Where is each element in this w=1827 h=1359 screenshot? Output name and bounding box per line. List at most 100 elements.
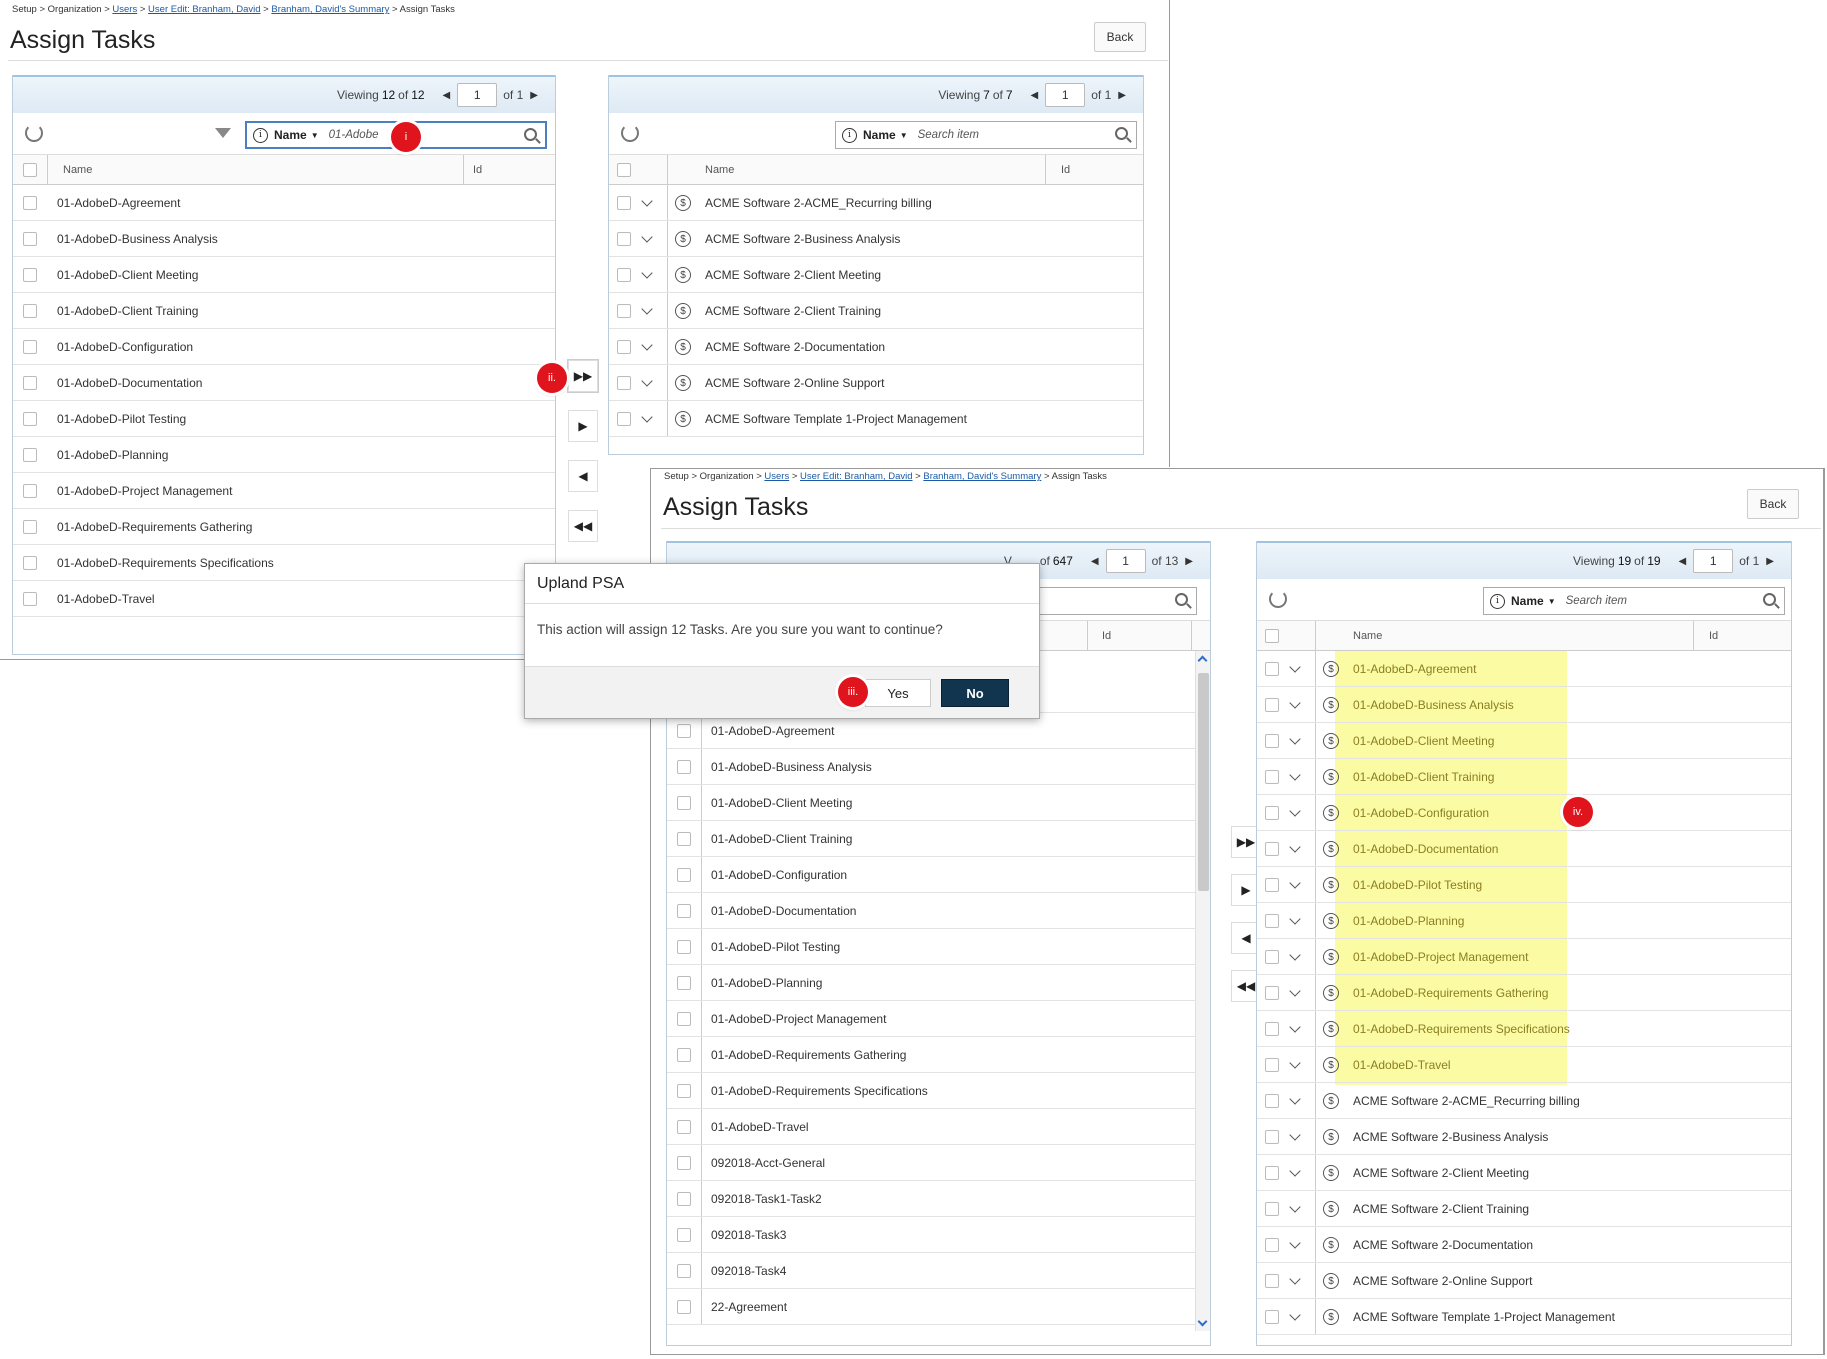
chevron-down-icon[interactable]: [1289, 1021, 1301, 1033]
table-row[interactable]: $01-AdobeD-Travel: [1257, 1047, 1791, 1083]
table-row[interactable]: $ ACME Software 2-Documentation: [1257, 1227, 1791, 1263]
row-checkbox[interactable]: [1265, 1309, 1279, 1324]
column-id[interactable]: Id: [473, 164, 482, 176]
chevron-down-icon[interactable]: [1289, 769, 1301, 781]
row-checkbox[interactable]: [1265, 1201, 1279, 1216]
row-checkbox[interactable]: [23, 411, 37, 426]
table-row[interactable]: $ ACME Software 2-Documentation: [609, 329, 1143, 365]
chevron-down-icon[interactable]: [1289, 1309, 1301, 1321]
chevron-down-icon[interactable]: ▼: [900, 131, 908, 140]
table-row[interactable]: 01-AdobeD-Travel: [667, 1109, 1195, 1145]
scroll-thumb[interactable]: [1198, 673, 1209, 891]
page-input[interactable]: 1: [1693, 549, 1734, 573]
vertical-scrollbar[interactable]: [1195, 651, 1210, 1331]
row-checkbox[interactable]: [23, 303, 37, 318]
table-row[interactable]: 01-AdobeD-Requirements Specifications: [13, 545, 555, 581]
table-row[interactable]: $ ACME Software 2-Client Meeting: [609, 257, 1143, 293]
row-checkbox[interactable]: [1265, 805, 1279, 820]
row-checkbox[interactable]: [617, 231, 631, 246]
chevron-down-icon[interactable]: [1289, 1201, 1301, 1213]
refresh-icon[interactable]: [25, 124, 43, 142]
table-row[interactable]: $01-AdobeD-Planning: [1257, 903, 1791, 939]
row-checkbox[interactable]: [23, 483, 37, 498]
row-checkbox[interactable]: [617, 339, 631, 354]
row-checkbox[interactable]: [23, 555, 37, 570]
chevron-down-icon[interactable]: [1289, 877, 1301, 889]
row-checkbox[interactable]: [677, 723, 691, 738]
row-checkbox[interactable]: [677, 1155, 691, 1170]
crumb-summary-link[interactable]: Branham, David's Summary: [271, 4, 389, 15]
table-row[interactable]: 01-AdobeD-Planning: [667, 965, 1195, 1001]
row-checkbox[interactable]: [1265, 1129, 1279, 1144]
chevron-down-icon[interactable]: [641, 267, 653, 279]
table-row[interactable]: $01-AdobeD-Client Training: [1257, 759, 1791, 795]
search-input[interactable]: i Name ▼ Search item: [835, 121, 1137, 149]
row-checkbox[interactable]: [1265, 661, 1279, 676]
table-row[interactable]: $ ACME Software 2-ACME_Recurring billing: [609, 185, 1143, 221]
chevron-down-icon[interactable]: ▼: [1548, 597, 1556, 606]
table-row[interactable]: 01-AdobeD-Project Management: [13, 473, 555, 509]
prev-page-icon[interactable]: ◀: [1091, 556, 1099, 567]
chevron-down-icon[interactable]: [641, 303, 653, 315]
row-checkbox[interactable]: [1265, 949, 1279, 964]
table-row[interactable]: $ ACME Software 2-ACME_Recurring billing: [1257, 1083, 1791, 1119]
table-row[interactable]: 22-Agreement: [667, 1289, 1195, 1325]
select-all-checkbox[interactable]: [23, 162, 37, 177]
row-checkbox[interactable]: [677, 975, 691, 990]
next-page-icon[interactable]: ▶: [530, 90, 538, 101]
column-id[interactable]: Id: [1102, 630, 1111, 642]
row-checkbox[interactable]: [1265, 1237, 1279, 1252]
crumb-summary-link[interactable]: Branham, David's Summary: [923, 471, 1041, 482]
row-checkbox[interactable]: [617, 411, 631, 426]
no-button[interactable]: No: [941, 679, 1009, 707]
table-row[interactable]: 01-AdobeD-Client Meeting: [13, 257, 555, 293]
prev-page-icon[interactable]: ◀: [1031, 90, 1039, 101]
row-checkbox[interactable]: [617, 375, 631, 390]
filter-icon[interactable]: [215, 128, 231, 138]
table-row[interactable]: $ ACME Software Template 1-Project Manage…: [609, 401, 1143, 437]
column-id[interactable]: Id: [1061, 164, 1070, 176]
row-checkbox[interactable]: [677, 1083, 691, 1098]
table-row[interactable]: 092018-Acct-General: [667, 1145, 1195, 1181]
table-row[interactable]: $01-AdobeD-Requirements Specifications: [1257, 1011, 1791, 1047]
table-row[interactable]: 092018-Task3: [667, 1217, 1195, 1253]
chevron-down-icon[interactable]: [1289, 1129, 1301, 1141]
chevron-down-icon[interactable]: [1289, 805, 1301, 817]
chevron-down-icon[interactable]: [641, 195, 653, 207]
table-row[interactable]: 01-AdobeD-Planning: [13, 437, 555, 473]
move-all-right-button[interactable]: ▶▶: [568, 360, 598, 392]
table-row[interactable]: 01-AdobeD-Requirements Gathering: [667, 1037, 1195, 1073]
row-checkbox[interactable]: [1265, 1273, 1279, 1288]
row-checkbox[interactable]: [677, 1263, 691, 1278]
chevron-down-icon[interactable]: [1289, 1093, 1301, 1105]
table-row[interactable]: $ ACME Software Template 1-Project Manage…: [1257, 1299, 1791, 1335]
row-checkbox[interactable]: [677, 867, 691, 882]
chevron-down-icon[interactable]: ▼: [311, 131, 319, 140]
page-input[interactable]: 1: [1045, 83, 1086, 107]
row-checkbox[interactable]: [677, 1119, 691, 1134]
chevron-down-icon[interactable]: [1289, 697, 1301, 709]
table-row[interactable]: $ ACME Software 2-Client Training: [1257, 1191, 1791, 1227]
row-checkbox[interactable]: [677, 795, 691, 810]
page-input[interactable]: 1: [457, 83, 498, 107]
table-row[interactable]: 092018-Task1-Task2: [667, 1181, 1195, 1217]
table-row[interactable]: 01-AdobeD-Requirements Specifications: [667, 1073, 1195, 1109]
chevron-down-icon[interactable]: [1289, 841, 1301, 853]
table-row[interactable]: $ ACME Software 2-Business Analysis: [1257, 1119, 1791, 1155]
row-checkbox[interactable]: [617, 195, 631, 210]
chevron-down-icon[interactable]: [641, 339, 653, 351]
table-row[interactable]: 01-AdobeD-Configuration: [13, 329, 555, 365]
row-checkbox[interactable]: [1265, 1021, 1279, 1036]
table-row[interactable]: $ ACME Software 2-Online Support: [1257, 1263, 1791, 1299]
crumb-users-link[interactable]: Users: [764, 471, 789, 482]
table-row[interactable]: $ ACME Software 2-Business Analysis: [609, 221, 1143, 257]
move-all-left-button[interactable]: ◀◀: [568, 510, 598, 542]
row-checkbox[interactable]: [23, 267, 37, 282]
row-checkbox[interactable]: [1265, 697, 1279, 712]
row-checkbox[interactable]: [1265, 1165, 1279, 1180]
search-icon[interactable]: [524, 128, 537, 141]
search-icon[interactable]: [1175, 593, 1188, 606]
table-row[interactable]: 01-AdobeD-Documentation: [13, 365, 555, 401]
crumb-user-edit-link[interactable]: User Edit: Branham, David: [148, 4, 260, 15]
table-row[interactable]: $ ACME Software 2-Online Support: [609, 365, 1143, 401]
